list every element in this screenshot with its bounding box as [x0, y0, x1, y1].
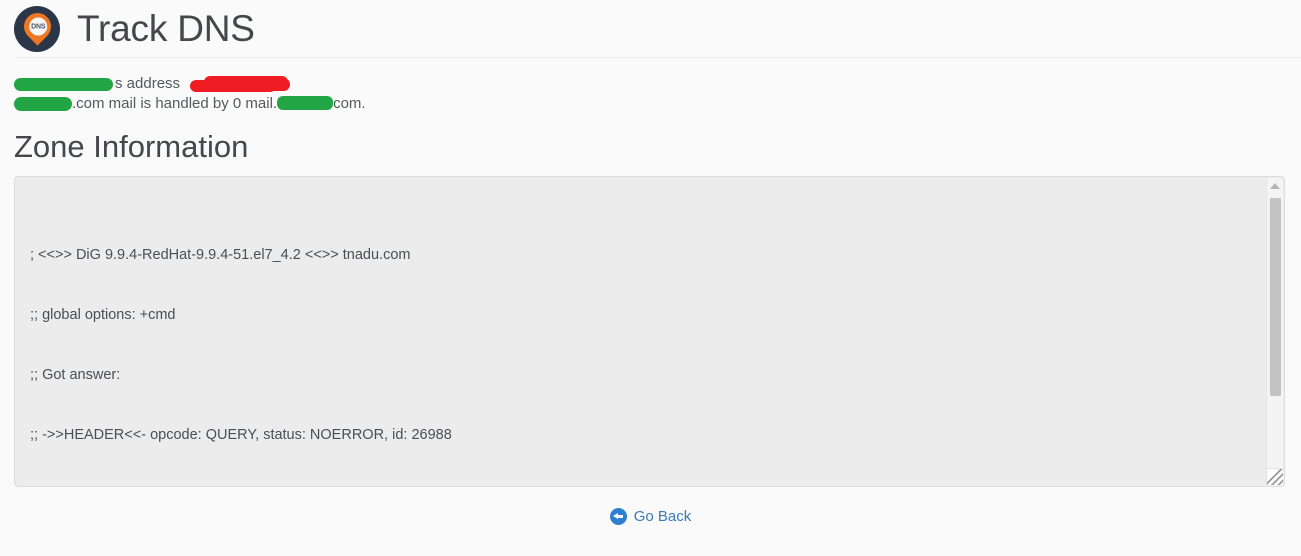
redacted-mailhost-green	[277, 96, 334, 110]
go-back-link[interactable]: Go Back	[609, 508, 692, 525]
pin-shape: DNS	[17, 6, 57, 46]
zone-information-heading: Zone Information	[14, 129, 249, 164]
scrollbar-thumb[interactable]	[1270, 198, 1281, 396]
summary-line-address-text: s address	[115, 75, 181, 92]
resize-grip-icon[interactable]	[1266, 468, 1283, 485]
summary-line-address: s address	[14, 74, 366, 94]
pin-inner-circle: DNS	[28, 17, 46, 35]
dig-line: ; <<>> DiG 9.9.4-RedHat-9.9.4-51.el7_4.2…	[30, 247, 411, 263]
page-title: Track DNS	[77, 7, 255, 49]
logo-text: DNS	[29, 22, 45, 30]
redacted-domain-green-2	[14, 97, 72, 112]
scroll-up-arrow-icon[interactable]	[1267, 178, 1283, 194]
dig-output: ; <<>> DiG 9.9.4-RedHat-9.9.4-51.el7_4.2…	[30, 185, 1258, 486]
zone-scrollbar[interactable]	[1266, 178, 1283, 486]
dns-summary: s address .com mail is handled by 0 mail…	[14, 74, 366, 114]
dig-line: ;; ->>HEADER<<- opcode: QUERY, status: N…	[30, 427, 452, 443]
footer: Go Back	[0, 508, 1301, 525]
go-back-label: Go Back	[633, 508, 692, 525]
dig-line: ;; flags: qr rd ra; QUERY: 1, ANSWER: 1,…	[30, 485, 1258, 486]
dns-location-pin-icon: DNS	[14, 5, 60, 52]
dig-line: ;; Got answer:	[30, 367, 121, 383]
track-dns-page: DNS Track DNS s address .com mail is han…	[0, 0, 1301, 556]
summary-line-mx: .com mail is handled by 0 mail. com.	[14, 94, 366, 114]
summary-line-mx-text-end: com.	[333, 95, 366, 112]
page-header: DNS Track DNS	[14, 0, 1301, 56]
zone-information-textarea[interactable]: ; <<>> DiG 9.9.4-RedHat-9.9.4-51.el7_4.2…	[14, 176, 1285, 487]
redacted-domain-green	[14, 77, 113, 91]
header-divider	[14, 57, 1301, 58]
dig-line: ;; global options: +cmd	[30, 307, 176, 323]
arrow-circle-left-icon	[609, 508, 627, 525]
redacted-ip-red	[190, 76, 291, 93]
summary-line-mx-text: .com mail is handled by 0 mail.	[72, 95, 278, 112]
